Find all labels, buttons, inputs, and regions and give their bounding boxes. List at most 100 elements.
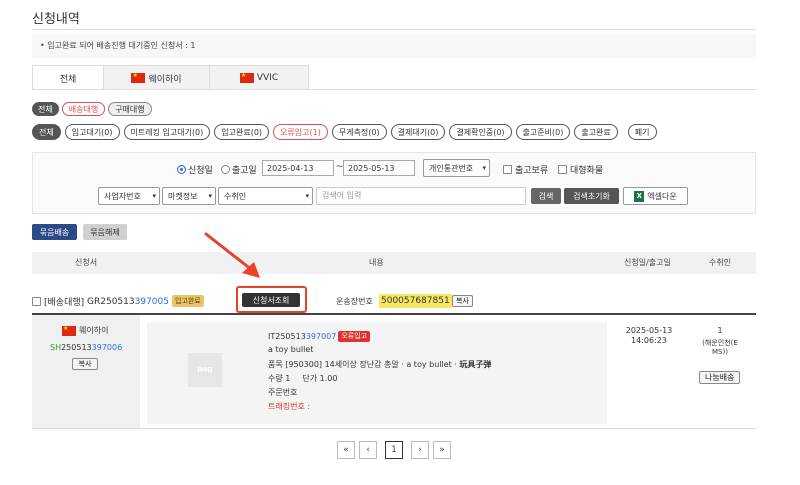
bundle-ship-button[interactable]: 묶음배송 <box>32 224 77 240</box>
table-header: 신청서 내용 신청일/출고일 수취인 <box>32 252 756 274</box>
product-line-text: 품목 [950300] 14세이상 장난감 총알 · a toy bullet … <box>268 360 460 369</box>
status-pill-discard[interactable]: 폐기 <box>627 124 657 140</box>
date-from-input[interactable]: 2025-04-13 <box>262 160 334 176</box>
order-checkbox[interactable] <box>32 297 41 306</box>
order-type: [배송대행] <box>44 298 85 308</box>
market-select[interactable]: 마켓정보 ▾ <box>162 187 216 205</box>
it-suffix[interactable]: 397007 <box>306 332 337 341</box>
checkbox[interactable] <box>503 165 512 174</box>
checkbox[interactable] <box>558 165 567 174</box>
item-recipient: (해운인천(E <box>702 339 738 347</box>
type-pill-shipping[interactable]: 배송대행 <box>61 102 106 116</box>
item-time: 14:06:23 <box>631 336 667 345</box>
china-flag-icon <box>62 324 76 336</box>
sh-suffix[interactable]: 397006 <box>92 343 123 352</box>
notice-text: 입고완료 되어 배송진행 대기중인 신청서 : 1 <box>47 41 196 50</box>
radio-label: 출고일 <box>231 166 257 176</box>
type-filter: 전체 배송대행 구매대행 <box>32 102 152 116</box>
biz-select[interactable]: 사업자번호 ▾ <box>98 187 160 205</box>
pager-page-1[interactable]: 1 <box>385 441 403 459</box>
tab-label: VVIC <box>256 73 279 83</box>
order-no-label: 주문번호 <box>268 388 298 397</box>
checkbox-label: 대형화물 <box>570 166 604 176</box>
sh-mid: 250513 <box>61 343 92 352</box>
product-image-placeholder: IMG <box>188 353 222 387</box>
item-qty-price: 수량 1 단가 1.00 <box>268 373 337 384</box>
date-type-radio: 신청일 출고일 <box>177 163 257 176</box>
button-label: 엑셀다운 <box>647 191 677 201</box>
pager-first-button[interactable]: « <box>337 441 355 459</box>
tracking-number: 500057687851 <box>379 294 452 308</box>
status-pill-all[interactable]: 전체 <box>32 124 61 140</box>
tracking-no-label: 트래킹번호 : <box>268 402 311 411</box>
checkbox-label: 출고보류 <box>515 166 549 176</box>
order-status-badge: 입고완료 <box>172 295 204 307</box>
status-pill-untracked[interactable]: 미트레킹 입고대기(0) <box>123 124 211 140</box>
product-cn: 玩具子弹 <box>459 360 492 369</box>
item-product-line: 품목 [950300] 14세이상 장난감 총알 · a toy bullet … <box>268 359 491 370</box>
type-pill-purchase[interactable]: 구매대행 <box>108 102 152 116</box>
price-label: 단가 1.00 <box>302 374 338 383</box>
select-value: 마켓정보 <box>168 191 198 201</box>
radio-label: 신청일 <box>188 166 213 176</box>
chevron-down-icon: ▾ <box>305 192 309 200</box>
pager-last-button[interactable]: » <box>433 441 451 459</box>
excel-icon: X <box>634 190 645 202</box>
type-pill-all[interactable]: 전체 <box>32 102 59 116</box>
tab-all[interactable]: 전체 <box>32 65 104 90</box>
unbundle-button[interactable]: 묶음해제 <box>83 224 127 240</box>
item-date: 2025-05-13 <box>625 326 673 335</box>
status-pill-ship-ready[interactable]: 출고준비(0) <box>515 124 571 140</box>
item-id: IT250513 397007 오류입고 <box>268 331 371 342</box>
tab-weihai[interactable]: 웨이하이 <box>103 65 210 90</box>
status-pill-payment-check[interactable]: 결제확인중(0) <box>449 124 512 140</box>
chevron-down-icon: ▾ <box>152 192 156 200</box>
split-ship-button[interactable]: 나눔배송 <box>699 371 741 384</box>
view-application-button[interactable]: 신청서조회 <box>242 293 300 307</box>
status-pill-weigh[interactable]: 무게측정(0) <box>331 124 387 140</box>
copy-tracking-button[interactable]: 복사 <box>452 295 473 307</box>
check-large[interactable]: 대형화물 <box>558 163 603 176</box>
tab-label: 웨이하이 <box>148 74 182 85</box>
order-id-suffix[interactable]: 397005 <box>135 297 169 307</box>
col-date: 신청일/출고일 <box>624 258 671 267</box>
status-pill-shipped[interactable]: 출고완료 <box>574 124 618 140</box>
pager-next-button[interactable]: › <box>411 441 429 459</box>
status-pill-payment-wait[interactable]: 결제대기(0) <box>390 124 446 140</box>
select-value: 수취인 <box>224 191 247 201</box>
chevron-down-icon: ▾ <box>482 164 486 172</box>
warehouse-name: 웨이하이 <box>79 326 109 335</box>
pager-prev-button[interactable]: ‹ <box>359 441 377 459</box>
check-hold[interactable]: 출고보류 <box>503 163 548 176</box>
radio-apply-date[interactable] <box>177 165 186 174</box>
status-pill-error[interactable]: 오류입고(1) <box>273 124 328 140</box>
page-title: 신청내역 <box>32 12 80 27</box>
date-to-input[interactable]: 2025-05-13 <box>343 160 415 176</box>
red-arrow-annotation <box>204 232 260 278</box>
tracking-label: 운송장번호 <box>336 297 373 306</box>
qty-label: 수량 1 <box>268 374 291 383</box>
excel-download-button[interactable]: X 엑셀다운 <box>623 187 688 205</box>
tab-label: 전체 <box>59 74 77 85</box>
order-divider <box>32 313 756 315</box>
radio-ship-date[interactable] <box>220 165 230 174</box>
col-content: 내용 <box>369 258 384 267</box>
china-flag-icon <box>131 71 146 83</box>
search-input[interactable]: 검색어 입력 <box>316 187 526 205</box>
col-recipient: 수취인 <box>709 258 732 267</box>
warehouse-tabs: 전체 웨이하이 VVIC <box>32 65 309 90</box>
title-divider <box>32 29 756 30</box>
sh-number: SH250513397006 <box>50 343 122 352</box>
china-flag-icon <box>239 71 254 83</box>
status-pill-await[interactable]: 입고대기(0) <box>64 124 120 140</box>
row-divider <box>32 428 756 429</box>
search-button[interactable]: 검색 <box>531 188 561 204</box>
item-recipient-2: MS)) <box>712 348 728 356</box>
select-value: 사업자번호 <box>104 191 141 201</box>
search-reset-button[interactable]: 검색초기화 <box>564 188 619 204</box>
status-pill-received[interactable]: 입고완료(0) <box>214 124 270 140</box>
customs-select[interactable]: 개인통관번호 ▾ <box>423 159 490 177</box>
tab-vvic[interactable]: VVIC <box>209 65 309 90</box>
recipient-select[interactable]: 수취인 ▾ <box>218 187 313 205</box>
copy-sh-button[interactable]: 복사 <box>72 358 98 370</box>
